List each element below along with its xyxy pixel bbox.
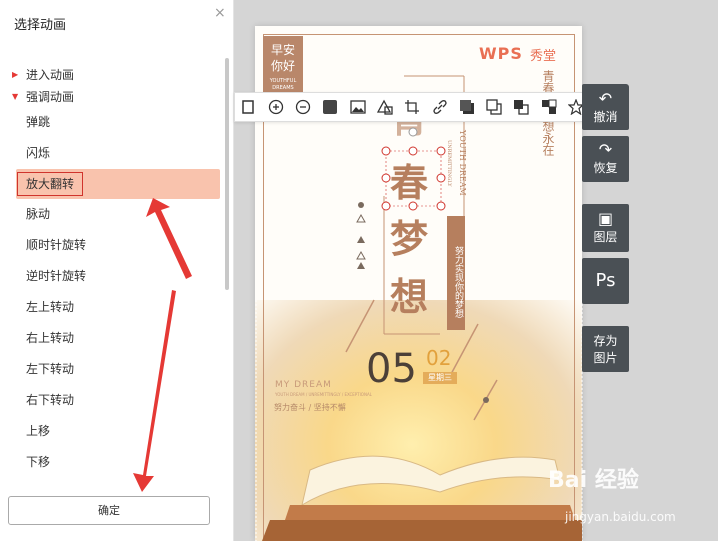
- annotation-arrows: [133, 198, 192, 492]
- arrow-to-item: [146, 198, 192, 279]
- arrow-to-confirm: [133, 290, 176, 492]
- baidu-watermark: Bai 经验: [548, 468, 639, 493]
- baidu-watermark-url: jingyan.baidu.com: [565, 510, 676, 524]
